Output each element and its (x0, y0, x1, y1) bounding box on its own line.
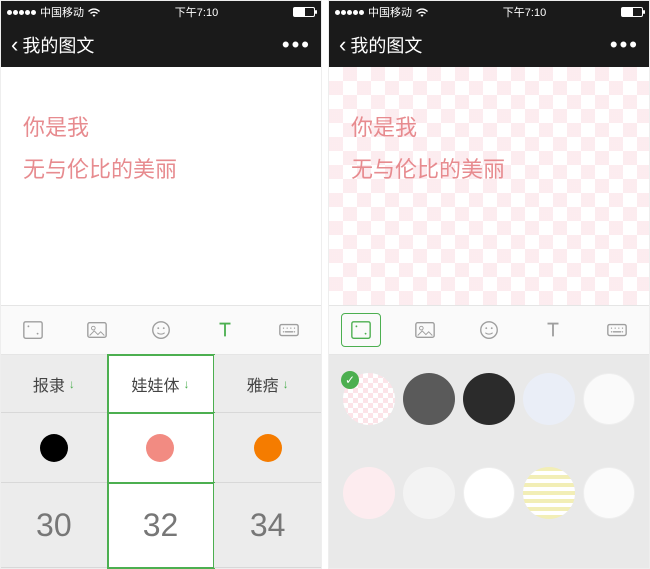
carrier-label: 中国移动 (40, 4, 84, 20)
battery-icon (621, 7, 643, 17)
text-canvas[interactable]: 你是我 无与伦比的美丽 (1, 67, 321, 305)
color-option-1[interactable] (108, 413, 215, 483)
font-size-panel: 报隶 ↓ 娃娃体 ↓ 雅痞 ↓ 30 (1, 355, 321, 568)
phone-right: 中国移动 下午7:10 ‹ 我的图文 ••• 你是我 无与伦比的美丽 (328, 0, 650, 569)
canvas-line-2: 无与伦比的美丽 (351, 149, 627, 191)
signal-icon (7, 10, 36, 15)
more-button[interactable]: ••• (282, 32, 311, 58)
photo-icon[interactable] (77, 313, 117, 347)
bg-swatch-6[interactable] (403, 467, 455, 519)
chevron-left-icon: ‹ (339, 34, 346, 56)
size-option-1[interactable]: 32 (108, 483, 215, 568)
font-option-1[interactable]: 娃娃体 ↓ (108, 355, 215, 413)
status-bar: 中国移动 下午7:10 (329, 1, 649, 23)
back-button[interactable]: ‹ 我的图文 (339, 32, 422, 58)
keyboard-icon[interactable] (597, 313, 637, 347)
canvas-line-1: 你是我 (23, 107, 299, 149)
wifi-icon (88, 8, 100, 17)
color-option-2[interactable] (214, 413, 321, 483)
bg-swatch-4[interactable] (583, 373, 635, 425)
background-panel: ✓ (329, 355, 649, 568)
font-option-0[interactable]: 报隶 ↓ (1, 355, 108, 413)
size-option-2[interactable]: 34 (214, 483, 321, 568)
size-option-0[interactable]: 30 (1, 483, 108, 568)
nav-title: 我的图文 (350, 32, 422, 58)
color-swatch (40, 434, 68, 462)
text-canvas[interactable]: 你是我 无与伦比的美丽 (329, 67, 649, 305)
editor-toolbar (1, 305, 321, 355)
bg-swatch-2[interactable] (463, 373, 515, 425)
status-time: 下午7:10 (428, 4, 621, 20)
bg-swatch-0[interactable]: ✓ (343, 373, 395, 425)
keyboard-icon[interactable] (269, 313, 309, 347)
nav-title: 我的图文 (22, 32, 94, 58)
bg-swatch-5[interactable] (343, 467, 395, 519)
carrier-label: 中国移动 (368, 4, 412, 20)
emoji-icon[interactable] (469, 313, 509, 347)
back-button[interactable]: ‹ 我的图文 (11, 32, 94, 58)
download-icon: ↓ (184, 377, 190, 391)
bg-pattern-icon[interactable] (341, 313, 381, 347)
bg-pattern-icon[interactable] (13, 313, 53, 347)
bg-swatch-1[interactable] (403, 373, 455, 425)
download-icon: ↓ (69, 377, 75, 391)
color-swatch (146, 434, 174, 462)
text-icon[interactable] (205, 313, 245, 347)
check-icon: ✓ (341, 371, 359, 389)
text-icon[interactable] (533, 313, 573, 347)
signal-icon (335, 10, 364, 15)
nav-bar: ‹ 我的图文 ••• (1, 23, 321, 67)
status-time: 下午7:10 (100, 4, 293, 20)
status-bar: 中国移动 下午7:10 (1, 1, 321, 23)
phone-left: 中国移动 下午7:10 ‹ 我的图文 ••• 你是我 无与伦比的美丽 (0, 0, 322, 569)
canvas-line-1: 你是我 (351, 107, 627, 149)
bg-swatch-9[interactable] (583, 467, 635, 519)
emoji-icon[interactable] (141, 313, 181, 347)
photo-icon[interactable] (405, 313, 445, 347)
bg-swatch-7[interactable] (463, 467, 515, 519)
download-icon: ↓ (283, 377, 289, 391)
bg-swatch-3[interactable] (523, 373, 575, 425)
battery-icon (293, 7, 315, 17)
more-button[interactable]: ••• (610, 32, 639, 58)
editor-toolbar (329, 305, 649, 355)
wifi-icon (416, 8, 428, 17)
nav-bar: ‹ 我的图文 ••• (329, 23, 649, 67)
chevron-left-icon: ‹ (11, 34, 18, 56)
bg-swatch-8[interactable] (523, 467, 575, 519)
font-option-2[interactable]: 雅痞 ↓ (214, 355, 321, 413)
color-swatch (254, 434, 282, 462)
canvas-line-2: 无与伦比的美丽 (23, 149, 299, 191)
color-option-0[interactable] (1, 413, 108, 483)
